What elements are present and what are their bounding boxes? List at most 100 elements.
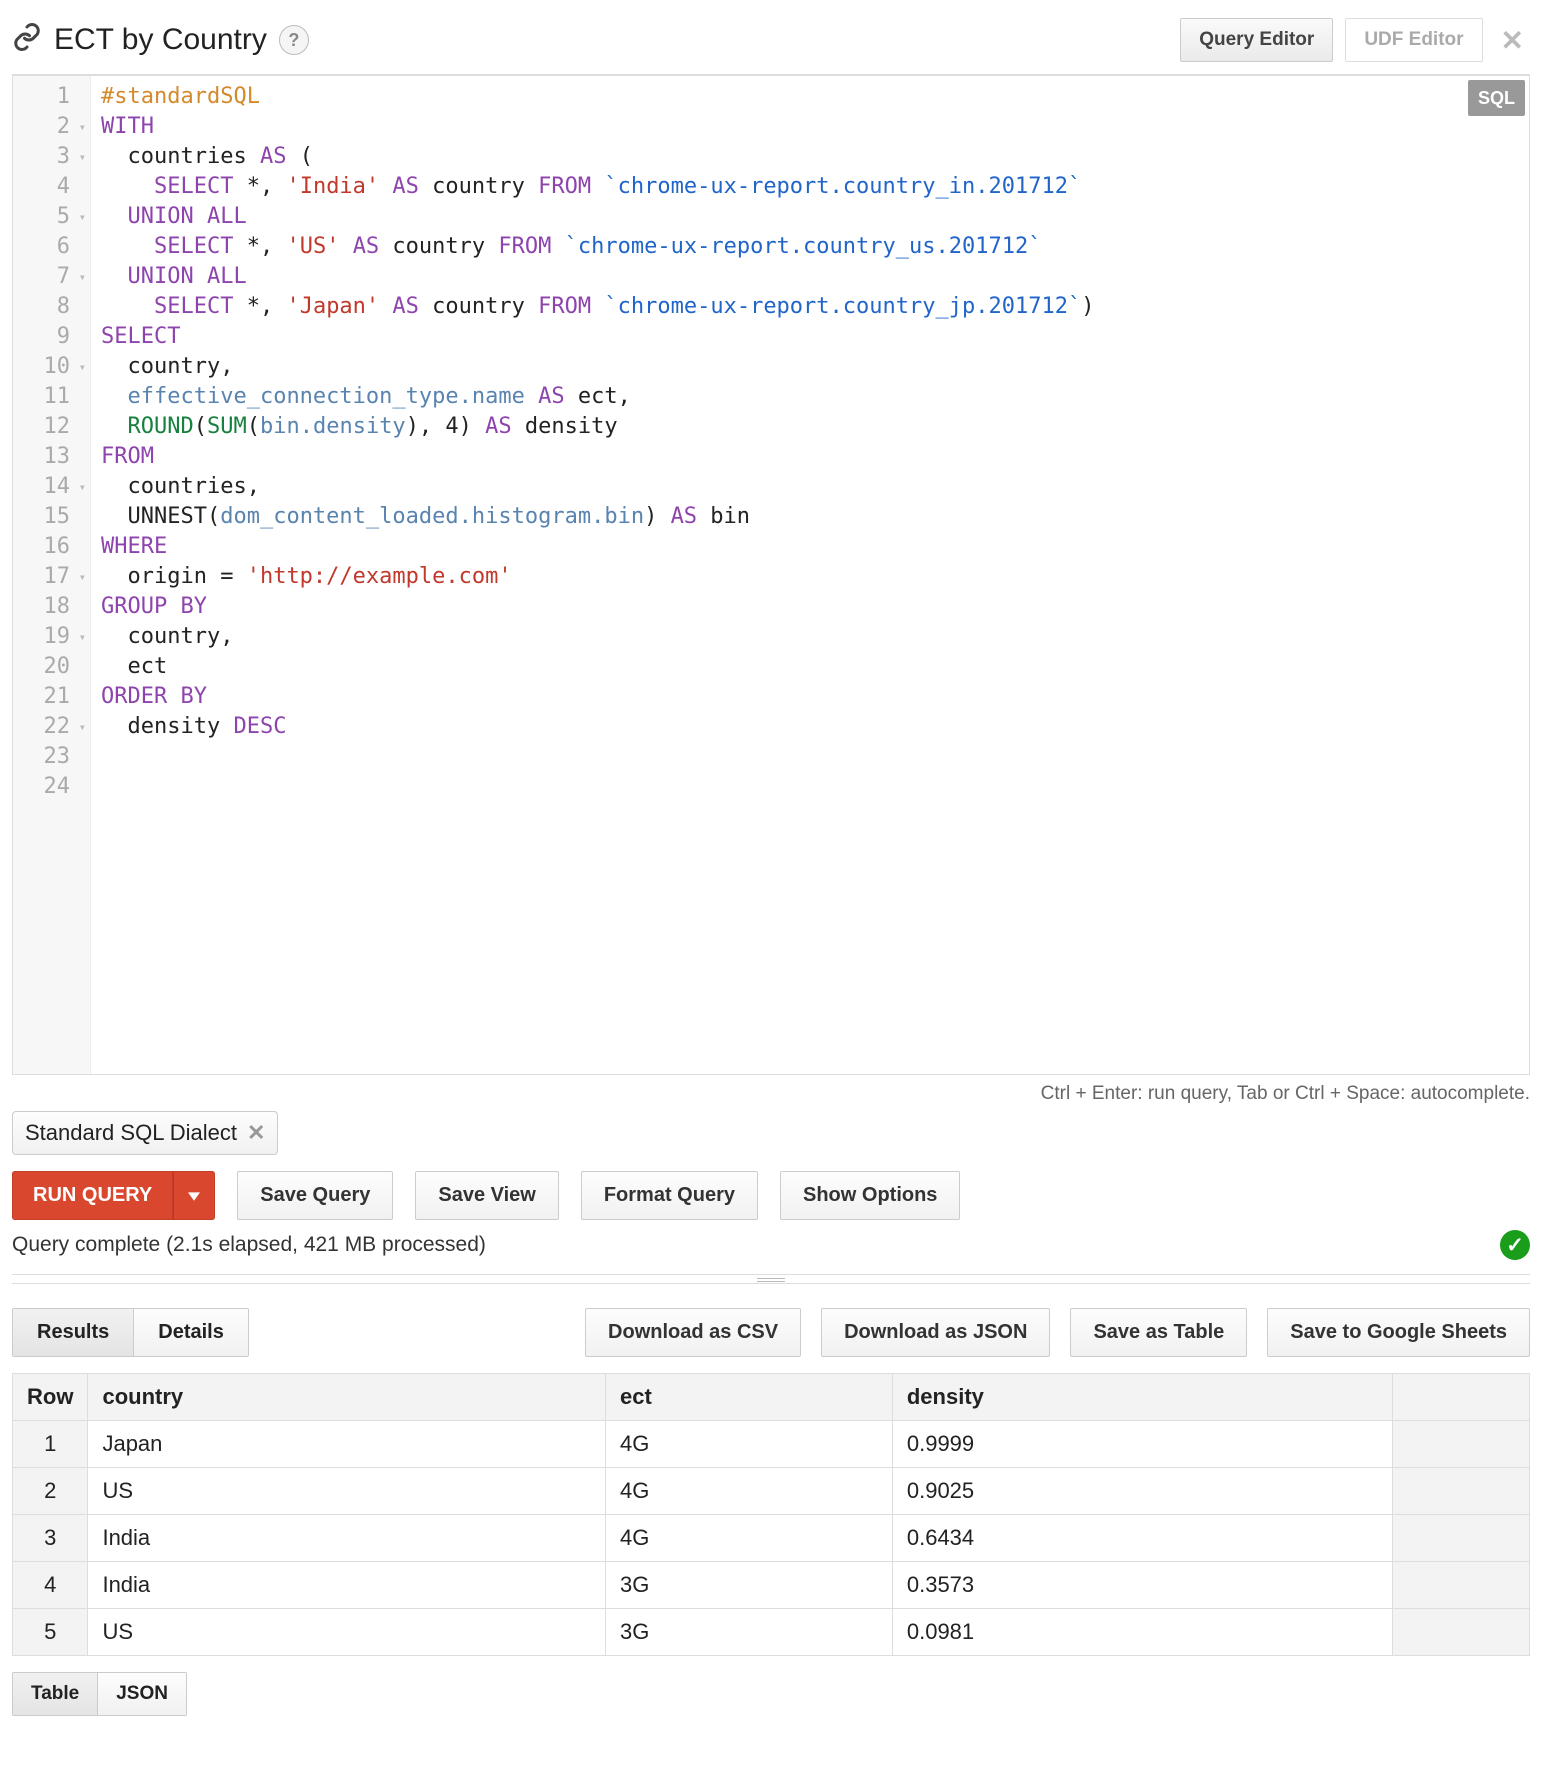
cell-filler [1393,1421,1530,1468]
code-line[interactable]: country, [101,622,1519,652]
gutter-line: 1 [23,82,86,112]
code-line[interactable]: origin = 'http://example.com' [101,562,1519,592]
table-cell: India [88,1562,606,1609]
table-cell: 0.6434 [892,1515,1392,1562]
gutter-line: 13 [23,442,86,472]
tab-results[interactable]: Results [13,1309,134,1356]
tab-udf-editor[interactable]: UDF Editor [1345,18,1482,62]
bottom-tab-table[interactable]: Table [13,1673,98,1715]
table-row[interactable]: 5US3G0.0981 [13,1609,1530,1656]
gutter-line: 8 [23,292,86,322]
download-csv-button[interactable]: Download as CSV [585,1308,801,1357]
header-right: Query Editor UDF Editor ✕ [1180,18,1530,62]
save-view-button[interactable]: Save View [415,1171,558,1220]
code-line[interactable]: GROUP BY [101,592,1519,622]
table-cell: 0.9025 [892,1468,1392,1515]
gutter-line: 18 [23,592,86,622]
editor-code[interactable]: #standardSQLWITH countries AS ( SELECT *… [91,76,1529,1074]
gutter-line: 24 [23,772,86,802]
results-header-row: Rowcountryectdensity [13,1374,1530,1421]
show-options-button[interactable]: Show Options [780,1171,960,1220]
code-line[interactable]: SELECT *, 'US' AS country FROM `chrome-u… [101,232,1519,262]
table-cell: 4G [606,1515,893,1562]
code-line[interactable]: SELECT *, 'India' AS country FROM `chrom… [101,172,1519,202]
run-query-button[interactable]: RUN QUERY [12,1171,173,1220]
gutter-line: 7▾ [23,262,86,292]
dialect-chip[interactable]: Standard SQL Dialect ✕ [12,1111,278,1155]
table-cell: 3G [606,1562,893,1609]
format-query-button[interactable]: Format Query [581,1171,758,1220]
gutter-line: 9 [23,322,86,352]
code-line[interactable]: WITH [101,112,1519,142]
code-line[interactable]: SELECT [101,322,1519,352]
code-line[interactable]: ect [101,652,1519,682]
gutter-line: 20 [23,652,86,682]
close-icon[interactable]: ✕ [1495,24,1530,57]
code-line[interactable]: UNNEST(dom_content_loaded.histogram.bin)… [101,502,1519,532]
dialect-chip-label: Standard SQL Dialect [25,1120,237,1146]
download-json-button[interactable]: Download as JSON [821,1308,1050,1357]
code-line[interactable]: #standardSQL [101,82,1519,112]
save-to-sheets-button[interactable]: Save to Google Sheets [1267,1308,1530,1357]
query-status: Query complete (2.1s elapsed, 421 MB pro… [12,1233,486,1257]
link-icon[interactable] [12,22,42,58]
code-line[interactable]: ORDER BY [101,682,1519,712]
cell-filler [1393,1609,1530,1656]
table-row[interactable]: 1Japan4G0.9999 [13,1421,1530,1468]
table-cell: US [88,1609,606,1656]
help-icon[interactable]: ? [279,25,309,55]
gutter-line: 4 [23,172,86,202]
cell-filler [1393,1468,1530,1515]
dialect-chip-close-icon[interactable]: ✕ [247,1120,265,1146]
toolbar: RUN QUERY Save Query Save View Format Qu… [12,1171,1530,1220]
header: ECT by Country ? Query Editor UDF Editor… [12,10,1530,74]
gutter-line: 21 [23,682,86,712]
code-line[interactable]: density DESC [101,712,1519,742]
code-line[interactable]: countries, [101,472,1519,502]
shortcut-hint: Ctrl + Enter: run query, Tab or Ctrl + S… [1041,1083,1530,1105]
code-line[interactable]: effective_connection_type.name AS ect, [101,382,1519,412]
results-bar: Results Details Download as CSV Download… [12,1308,1530,1357]
save-query-button[interactable]: Save Query [237,1171,393,1220]
gutter-line: 2▾ [23,112,86,142]
run-query-dropdown[interactable] [173,1171,215,1220]
table-cell: 0.0981 [892,1609,1392,1656]
sql-editor[interactable]: SQL 12▾3▾45▾67▾8910▾11121314▾151617▾1819… [12,75,1530,1075]
code-line[interactable]: WHERE [101,532,1519,562]
editor-gutter: 12▾3▾45▾67▾8910▾11121314▾151617▾1819▾202… [13,76,91,1074]
code-line[interactable]: countries AS ( [101,142,1519,172]
tab-details[interactable]: Details [134,1309,248,1356]
gutter-line: 19▾ [23,622,86,652]
table-cell: 3G [606,1609,893,1656]
gutter-line: 5▾ [23,202,86,232]
table-cell: India [88,1515,606,1562]
code-line[interactable]: UNION ALL [101,262,1519,292]
table-row[interactable]: 4India3G0.3573 [13,1562,1530,1609]
gutter-line: 14▾ [23,472,86,502]
table-row[interactable]: 3India4G0.6434 [13,1515,1530,1562]
tab-query-editor[interactable]: Query Editor [1180,18,1333,62]
code-line[interactable]: country, [101,352,1519,382]
column-header: ect [606,1374,893,1421]
gutter-line: 11 [23,382,86,412]
table-cell: Japan [88,1421,606,1468]
header-left: ECT by Country ? [12,22,309,58]
save-as-table-button[interactable]: Save as Table [1070,1308,1247,1357]
code-line[interactable]: SELECT *, 'Japan' AS country FROM `chrom… [101,292,1519,322]
table-cell: 5 [13,1609,88,1656]
gutter-line: 3▾ [23,142,86,172]
bottom-tab-json[interactable]: JSON [98,1673,186,1715]
table-cell: 3 [13,1515,88,1562]
code-line[interactable]: FROM [101,442,1519,472]
code-line[interactable]: UNION ALL [101,202,1519,232]
table-cell: US [88,1468,606,1515]
cell-filler [1393,1515,1530,1562]
gutter-line: 6 [23,232,86,262]
table-cell: 2 [13,1468,88,1515]
pane-splitter[interactable] [12,1274,1530,1284]
table-row[interactable]: 2US4G0.9025 [13,1468,1530,1515]
table-cell: 0.3573 [892,1562,1392,1609]
code-line[interactable]: ROUND(SUM(bin.density), 4) AS density [101,412,1519,442]
gutter-line: 22▾ [23,712,86,742]
cell-filler [1393,1562,1530,1609]
